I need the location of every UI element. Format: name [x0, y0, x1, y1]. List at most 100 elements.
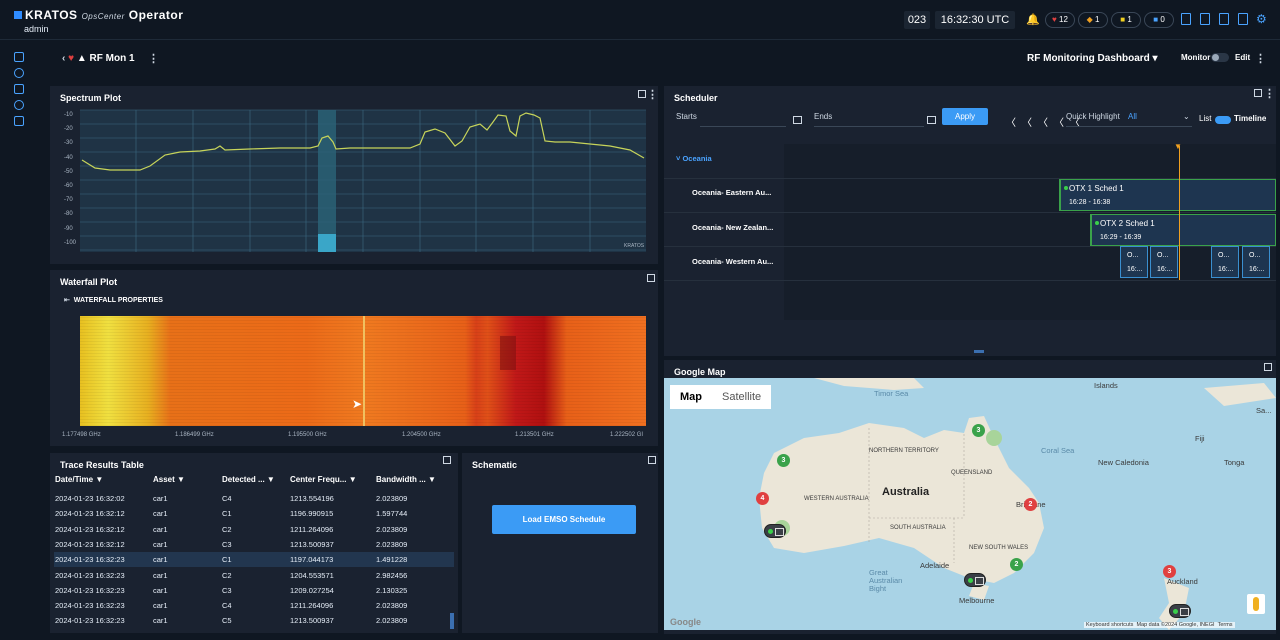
document-icon[interactable] — [1219, 13, 1229, 25]
map-type-map[interactable]: Map — [670, 385, 712, 409]
schedule-row-label[interactable]: Oceania- New Zealan... — [692, 223, 773, 232]
table-cell: 1211.264096 — [290, 601, 334, 611]
ends-input[interactable] — [814, 126, 924, 127]
waterfall-properties-toggle[interactable]: ⇤ WATERFALL PROPERTIES — [64, 296, 163, 304]
asset-marker-icon[interactable] — [764, 524, 786, 538]
trace-table-title: Trace Results Table — [60, 460, 144, 470]
table-cell: C2 — [222, 570, 232, 580]
expand-icon[interactable] — [1254, 89, 1262, 97]
calendar-icon[interactable] — [793, 116, 802, 124]
map-cluster-marker[interactable]: 2 — [1010, 558, 1023, 571]
alarm-minor[interactable]: ■ 1 — [1111, 12, 1141, 28]
expand-icon[interactable] — [648, 456, 656, 464]
map-cluster-marker[interactable]: 3 — [972, 424, 985, 437]
breadcrumb[interactable]: ‹ ♥ ▲ RF Mon 1 — [62, 53, 135, 64]
table-cell: car1 — [153, 539, 168, 549]
keyboard-shortcuts-link[interactable]: Keyboard shortcuts — [1086, 622, 1133, 628]
network-icon[interactable] — [14, 84, 24, 94]
column-header[interactable]: Asset ▼ — [153, 475, 185, 484]
asset-marker-icon[interactable] — [964, 573, 986, 587]
table-row[interactable]: 2024-01-23 16:32:23 car1 C4 1211.264096 2.02… — [54, 598, 454, 613]
group-oceania[interactable]: ˅ Oceania — [676, 154, 712, 163]
breadcrumb-menu-icon[interactable]: ⋮ — [148, 52, 159, 65]
dashboard-select[interactable]: RF Monitoring Dashboard ▾ — [1027, 53, 1158, 64]
scrollbar[interactable] — [450, 613, 454, 629]
table-cell: car1 — [153, 509, 168, 519]
list-timeline-toggle[interactable] — [1215, 116, 1231, 124]
document-icon[interactable] — [1200, 13, 1210, 25]
google-logo: Google — [670, 617, 701, 627]
load-emso-schedule-button[interactable]: Load EMSO Schedule — [492, 505, 636, 534]
document-icon[interactable] — [1238, 13, 1248, 25]
table-cell: car1 — [153, 555, 168, 565]
back-chevron-icon[interactable]: ‹ — [62, 53, 65, 64]
top-bar: KRATOS OpsCenter Operator admin 023 16:32:… — [0, 0, 1280, 40]
expand-icon[interactable] — [1264, 363, 1272, 371]
table-row[interactable]: 2024-01-23 16:32:23 car1 C3 1209.027254 2.13… — [54, 583, 454, 598]
schedule-item[interactable]: OTX 1 Sched 1 16:28 - 16:38 — [1059, 179, 1276, 211]
table-cell: 2024-01-23 16:32:12 — [55, 509, 125, 519]
table-cell: 1197.044173 — [290, 555, 334, 565]
table-row[interactable]: 2024-01-23 16:32:23 car1 C1 1197.044173 1.49… — [54, 552, 454, 568]
map-cluster-marker[interactable]: 3 — [777, 454, 790, 467]
scrollbar[interactable] — [974, 350, 984, 353]
table-cell: 1213.500937 — [290, 539, 334, 549]
user-name[interactable]: admin — [24, 24, 49, 34]
schedule-item[interactable]: OTX 2 Sched 1 16:29 - 16:39 — [1090, 214, 1276, 246]
x-tick: 1.222502 GI — [610, 432, 644, 438]
table-row[interactable]: 2024-01-23 16:32:12 car1 C2 1211.264096 2.02… — [54, 522, 454, 537]
schedule-row-label[interactable]: Oceania- Western Au... — [692, 257, 773, 266]
alarm-critical[interactable]: ♥ 12 — [1045, 12, 1075, 28]
google-map[interactable]: Map Satellite Islands Timor Sea Coral Se… — [664, 378, 1276, 630]
map-cluster-marker[interactable]: 3 — [1163, 565, 1176, 578]
panel-menu-icon[interactable]: ⋮ — [1264, 87, 1275, 100]
schematic-panel: Schematic Load EMSO Schedule — [462, 453, 658, 633]
terms-link[interactable]: Terms — [1218, 622, 1233, 628]
asset-marker-icon[interactable] — [1169, 604, 1191, 618]
alarm-info[interactable]: ■ 0 — [1144, 12, 1174, 28]
table-row[interactable]: 2024-01-23 16:32:12 car1 C1 1196.990915 1.59… — [54, 506, 454, 521]
utc-clock: 16:32:30 UTC — [935, 11, 1015, 29]
satellite-icon[interactable] — [14, 68, 24, 78]
column-header[interactable]: Date/Time ▼ — [55, 475, 103, 484]
column-header[interactable]: Detected ... ▼ — [222, 475, 275, 484]
schedule-row-label[interactable]: Oceania- Eastern Au... — [692, 188, 771, 197]
schedule-item-small[interactable]: O... 16:... — [1211, 246, 1239, 278]
starts-input[interactable] — [700, 126, 786, 127]
calendar-icon[interactable] — [927, 116, 936, 124]
apply-button[interactable]: Apply — [942, 108, 988, 125]
map-cluster-marker[interactable]: 2 — [1024, 498, 1037, 511]
column-header[interactable]: Center Frequ... ▼ — [290, 475, 357, 484]
column-header[interactable]: Bandwidth ... ▼ — [376, 475, 436, 484]
schedule-item-small[interactable]: O... 16:... — [1242, 246, 1270, 278]
scheduler-title: Scheduler — [674, 93, 718, 103]
quick-highlight-select[interactable]: All — [1128, 112, 1137, 121]
expand-icon[interactable] — [443, 456, 451, 464]
table-cell: car1 — [153, 570, 168, 580]
schedule-item-small[interactable]: O... 16:... — [1150, 246, 1178, 278]
grid-icon[interactable] — [14, 11, 22, 19]
sitemap-icon[interactable] — [14, 100, 24, 110]
map-cluster-marker[interactable]: 4 — [756, 492, 769, 505]
pegman-icon[interactable] — [1247, 594, 1265, 614]
waterfall-heatmap[interactable] — [80, 316, 646, 426]
map-type-satellite[interactable]: Satellite — [712, 385, 772, 409]
monitor-edit-toggle[interactable] — [1211, 53, 1229, 62]
document-icon[interactable] — [1181, 13, 1191, 25]
expand-icon[interactable] — [647, 274, 655, 282]
schedule-item-small[interactable]: O... 16:... — [1120, 246, 1148, 278]
gear-icon[interactable]: ⚙ — [1256, 12, 1267, 26]
alarm-major[interactable]: ◆ 1 — [1078, 12, 1108, 28]
dashboard-icon[interactable] — [14, 116, 24, 126]
bell-icon[interactable]: 🔔 — [1026, 13, 1040, 26]
chevron-down-icon[interactable]: ⌄ — [1183, 112, 1190, 121]
current-time-line — [1179, 146, 1180, 280]
table-cell: 2024-01-23 16:32:23 — [55, 585, 125, 595]
dashboard-menu-icon[interactable]: ⋮ — [1255, 52, 1266, 65]
table-row[interactable]: 2024-01-23 16:32:02 car1 C4 1213.554196 2.02… — [54, 491, 454, 506]
list-icon[interactable] — [14, 52, 24, 62]
table-row[interactable]: 2024-01-23 16:32:12 car1 C3 1213.500937 2.02… — [54, 537, 454, 552]
table-cell: 1.597744 — [376, 509, 408, 519]
table-row[interactable]: 2024-01-23 16:32:23 car1 C5 1213.500937 2.02… — [54, 613, 454, 628]
table-row[interactable]: 2024-01-23 16:32:23 car1 C2 1204.553571 2.98… — [54, 568, 454, 583]
